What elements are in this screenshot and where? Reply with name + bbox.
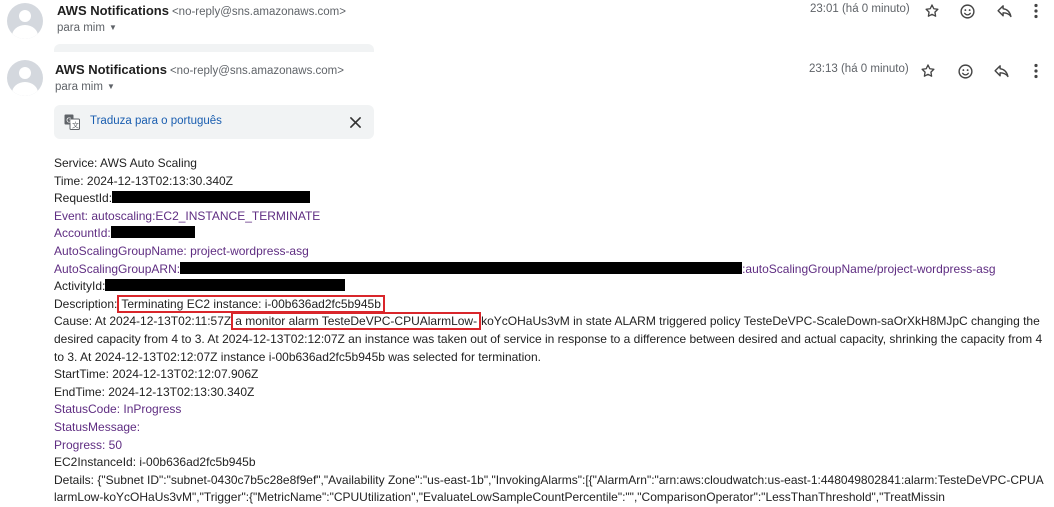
translate-bar: G 文 Traduza para o português — [54, 105, 374, 139]
asg-name-line: AutoScalingGroupName: project-wordpress-… — [54, 243, 309, 258]
recipient-toggle[interactable]: para mim ▼ — [57, 22, 117, 34]
emoji-icon[interactable] — [956, 0, 978, 22]
start-time-line: StartTime: 2024-12-13T02:12:07.906Z — [54, 367, 259, 382]
more-vert-icon[interactable] — [1025, 0, 1047, 22]
end-time-line: EndTime: 2024-12-13T02:13:30.340Z — [54, 384, 255, 399]
description-highlight-box: Terminating EC2 instance: i-00b636ad2fc5… — [117, 294, 385, 313]
reply-icon[interactable] — [993, 0, 1015, 22]
message-time: 23:13 (há 0 minuto) — [809, 63, 909, 75]
chevron-down-icon: ▼ — [106, 82, 115, 91]
translate-link[interactable]: Traduza para o português — [90, 115, 222, 127]
service-line: Service: AWS Auto Scaling — [54, 156, 197, 170]
redacted-block — [180, 261, 743, 274]
asg-arn-line: AutoScalingGroupARN: :autoScalingGroupNam… — [54, 261, 1044, 279]
account-id-label: AccountId: — [54, 226, 111, 241]
request-id-label: RequestId: — [54, 191, 113, 206]
sender-avatar-icon[interactable] — [7, 3, 43, 39]
message-1: AWS Notifications <no-reply@sns.amazonaws… — [0, 0, 1054, 52]
sender-address: <no-reply@sns.amazonaws.com> — [169, 65, 344, 77]
svg-text:文: 文 — [72, 121, 79, 130]
event-line: Event: autoscaling:EC2_INSTANCE_TERMINAT… — [54, 208, 321, 223]
account-id-line: AccountId: — [54, 225, 1044, 243]
activity-id-label: ActivityId: — [54, 279, 106, 294]
description-label: Description: — [54, 296, 118, 311]
sender-name[interactable]: AWS Notifications <no-reply@sns.amazonaws… — [57, 3, 346, 18]
ec2-instance-id-line: EC2InstanceId: i-00b636ad2fc5b945b — [54, 455, 256, 470]
more-vert-icon[interactable] — [1025, 60, 1047, 82]
time-line: Time: 2024-12-13T02:13:30.340Z — [54, 173, 233, 188]
recipient-text: para mim — [57, 22, 105, 34]
redacted-block — [112, 191, 311, 204]
cause-prefix: Cause: At 2024-12-13T02:11:57Z — [54, 314, 232, 329]
star-icon[interactable] — [921, 0, 943, 22]
asg-arn-label: AutoScalingGroupARN: — [54, 261, 181, 276]
sender-name-text: AWS Notifications — [57, 3, 169, 18]
close-icon[interactable] — [346, 113, 364, 131]
sender-name[interactable]: AWS Notifications <no-reply@sns.amazonaws… — [55, 62, 344, 77]
sender-address: <no-reply@sns.amazonaws.com> — [171, 6, 346, 18]
details-paragraph: Details: {"Subnet ID":"subnet-0430c7b5c2… — [54, 472, 1044, 505]
svg-text:G: G — [66, 116, 71, 124]
cause-paragraph: Cause: At 2024-12-13T02:11:57Z a monitor … — [54, 312, 1044, 366]
recipient-toggle[interactable]: para mim ▼ — [55, 81, 115, 93]
cause-highlight-box: a monitor alarm TesteDeVPC-CPUAlarmLow- — [231, 312, 482, 331]
status-code-line: StatusCode: InProgress — [54, 402, 182, 417]
collapsed-translate-bar — [54, 44, 374, 52]
recipient-text: para mim — [55, 81, 103, 93]
reply-icon[interactable] — [990, 60, 1012, 82]
emoji-icon[interactable] — [954, 60, 976, 82]
status-message-line: StatusMessage: — [54, 419, 141, 434]
email-body: Service: AWS Auto Scaling Time: 2024-12-… — [54, 155, 1044, 507]
chevron-down-icon: ▼ — [108, 23, 117, 32]
sender-name-text: AWS Notifications — [55, 62, 167, 77]
description-line: Description: Terminating EC2 instance: i-… — [54, 294, 1044, 314]
asg-arn-suffix: :autoScalingGroupName/project-wordpress-… — [742, 261, 996, 276]
progress-line: Progress: 50 — [54, 437, 123, 452]
request-id-line: RequestId: — [54, 190, 1044, 208]
translate-icon: G 文 — [64, 114, 80, 130]
sender-avatar-icon[interactable] — [7, 60, 43, 96]
activity-id-line: ActivityId: — [54, 278, 1044, 296]
redacted-block — [110, 226, 195, 239]
star-icon[interactable] — [917, 60, 939, 82]
redacted-block — [105, 279, 346, 292]
message-time: 23:01 (há 0 minuto) — [810, 3, 910, 15]
